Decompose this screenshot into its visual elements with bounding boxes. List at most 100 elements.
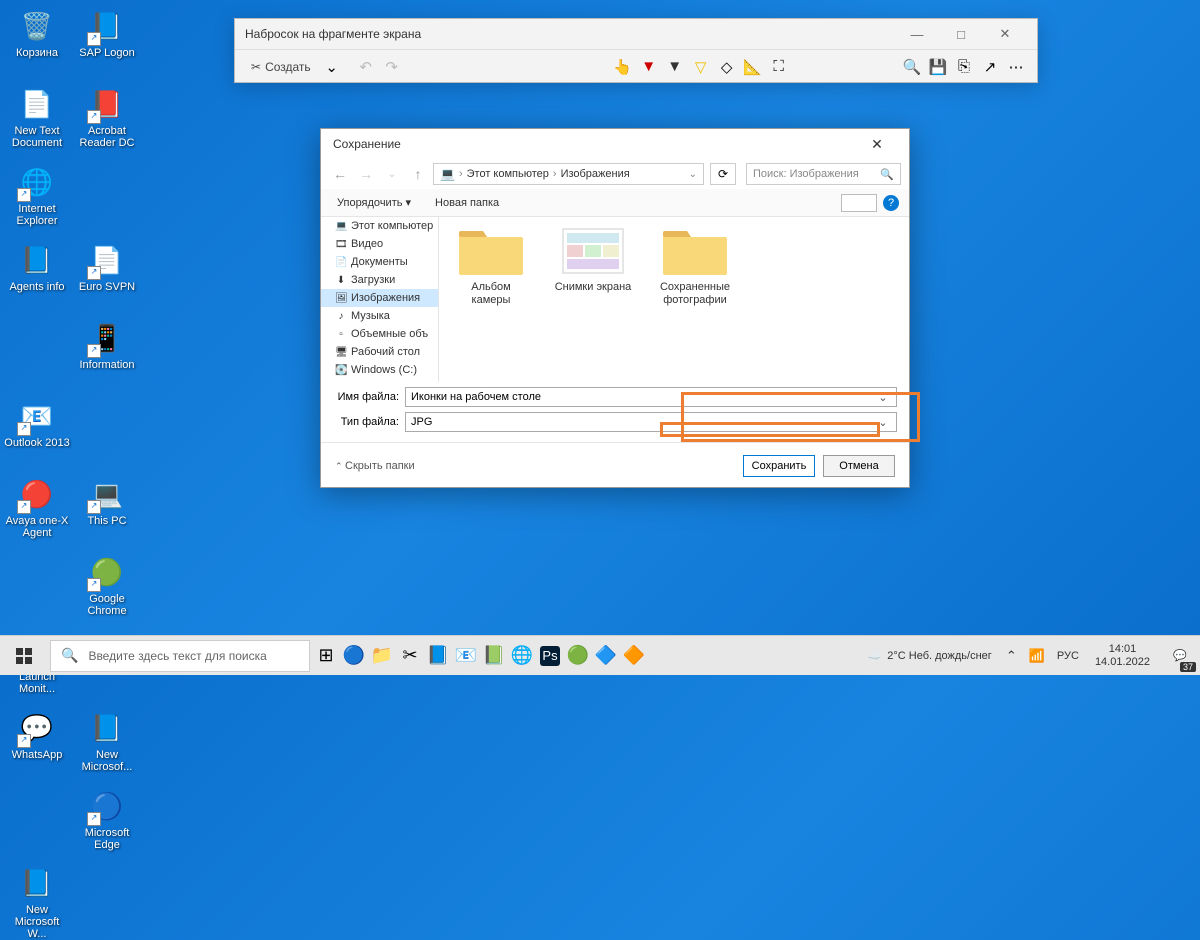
filetype-select[interactable]: JPG⌄ xyxy=(405,412,897,432)
search-input[interactable]: Поиск: Изображения 🔍 xyxy=(746,163,901,185)
taskbar-app-chrome[interactable]: 🟢 xyxy=(564,636,592,676)
undo-button[interactable]: ↶ xyxy=(353,53,379,81)
close-button[interactable]: ✕ xyxy=(983,20,1027,48)
address-bar[interactable]: 💻 › Этот компьютер › Изображения ⌄ xyxy=(433,163,704,185)
taskbar-app-generic[interactable]: 🔶 xyxy=(620,636,648,676)
desktop-icon[interactable]: 📱Information xyxy=(72,316,142,394)
taskbar-clock[interactable]: 14:01 14.01.2022 xyxy=(1085,643,1160,669)
taskbar-search[interactable]: 🔍 Введите здесь текст для поиска xyxy=(50,640,310,672)
snip-window: Набросок на фрагменте экрана — □ ✕ ✂Созд… xyxy=(234,18,1038,83)
save-button[interactable]: Сохранить xyxy=(743,455,815,477)
nav-forward-button[interactable]: → xyxy=(355,163,377,185)
new-folder-button[interactable]: Новая папка xyxy=(429,195,505,211)
pc-icon: 💻 xyxy=(440,167,455,181)
taskbar-app-explorer[interactable]: 📁 xyxy=(368,636,396,676)
cancel-button[interactable]: Отмена xyxy=(823,455,895,477)
filename-input[interactable]: Иконки на рабочем столе⌄ xyxy=(405,387,897,407)
eraser-icon[interactable]: ◇ xyxy=(714,53,740,81)
tree-item[interactable]: ⬇Загрузки xyxy=(321,271,438,289)
tree-item[interactable]: ▫Объемные объ xyxy=(321,325,438,343)
nav-back-button[interactable]: ← xyxy=(329,163,351,185)
dialog-close-button[interactable]: ✕ xyxy=(857,130,897,158)
desktop-icon[interactable]: 💬WhatsApp xyxy=(2,706,72,784)
icon-label: Internet Explorer xyxy=(4,203,70,227)
save-icon[interactable]: 💾 xyxy=(925,53,951,81)
chevron-down-icon[interactable]: ⌄ xyxy=(875,416,891,429)
desktop-icon[interactable]: 🟢Google Chrome xyxy=(72,550,142,628)
folder-item[interactable]: Снимки экрана xyxy=(553,225,633,294)
folder-item[interactable]: Альбом камеры xyxy=(451,225,531,307)
breadcrumb-current[interactable]: Изображения xyxy=(561,168,630,180)
taskbar-app-outlook[interactable]: 📧 xyxy=(452,636,480,676)
tree-item[interactable]: 💽Windows (C:) xyxy=(321,361,438,379)
desktop-icon[interactable]: 📄New Text Document xyxy=(2,82,72,160)
desktop-icon[interactable]: 🔴Avaya one-X Agent xyxy=(2,472,72,550)
taskbar-app-edge[interactable]: 🔵 xyxy=(340,636,368,676)
tree-item[interactable]: ♪Музыка xyxy=(321,307,438,325)
tree-item[interactable]: 💻Этот компьютер xyxy=(321,217,438,235)
highlighter-icon[interactable]: ▽ xyxy=(688,53,714,81)
desktop-icon[interactable]: 🌐Internet Explorer xyxy=(2,160,72,238)
taskbar-app-excel[interactable]: 📗 xyxy=(480,636,508,676)
tree-item[interactable]: 📄Документы xyxy=(321,253,438,271)
tree-item-label: Объемные объ xyxy=(351,328,428,340)
breadcrumb-root[interactable]: Этот компьютер xyxy=(467,168,549,180)
desktop-icon[interactable]: 📘New Microsof... xyxy=(72,706,142,784)
tree-item[interactable]: 🖥Рабочий стол xyxy=(321,343,438,361)
refresh-button[interactable]: ⟳ xyxy=(710,163,736,185)
nav-recent-button[interactable]: ⌄ xyxy=(381,163,403,185)
minimize-button[interactable]: — xyxy=(895,20,939,48)
chevron-down-icon[interactable]: ⌄ xyxy=(875,391,891,404)
touch-write-icon[interactable]: 👆 xyxy=(610,53,636,81)
pen-red-icon[interactable]: ▼ xyxy=(636,53,662,81)
new-snip-button[interactable]: ✂Создать xyxy=(243,56,319,78)
taskbar-app-ie[interactable]: 🌐 xyxy=(508,636,536,676)
clock-date: 14.01.2022 xyxy=(1095,656,1150,669)
taskbar-app-ps[interactable]: Ps xyxy=(540,646,560,666)
taskbar-app-word[interactable]: 📘 xyxy=(424,636,452,676)
folder-tree[interactable]: 💻Этот компьютер🎞Видео📄Документы⬇Загрузки… xyxy=(321,217,439,382)
desktop-icon[interactable]: 📘New Microsoft W... xyxy=(2,862,72,940)
icon-label: SAP Logon xyxy=(79,47,134,59)
folder-icon: 🖥 xyxy=(335,347,347,358)
language-indicator[interactable]: РУС xyxy=(1051,650,1085,662)
folder-item[interactable]: Сохраненные фотографии xyxy=(655,225,735,307)
desktop-icon[interactable]: 🗑️Корзина xyxy=(2,4,72,82)
organize-button[interactable]: Упорядочить ▾ xyxy=(331,194,417,211)
taskbar-app-snip[interactable]: ✂ xyxy=(396,636,424,676)
pen-black-icon[interactable]: ▼ xyxy=(662,53,688,81)
help-button[interactable]: ? xyxy=(883,195,899,211)
desktop-icon[interactable]: 📕Acrobat Reader DC xyxy=(72,82,142,160)
notification-center-button[interactable]: 💬 37 xyxy=(1160,636,1200,676)
snip-titlebar[interactable]: Набросок на фрагменте экрана — □ ✕ xyxy=(235,19,1037,49)
desktop-icon[interactable]: 📧Outlook 2013 xyxy=(2,394,72,472)
desktop-icon[interactable]: 📘Agents info xyxy=(2,238,72,316)
nav-up-button[interactable]: ↑ xyxy=(407,163,429,185)
hide-folders-button[interactable]: ⌃ Скрыть папки xyxy=(335,460,415,472)
zoom-icon[interactable]: 🔍 xyxy=(899,53,925,81)
task-view-button[interactable]: ⊞ xyxy=(312,636,340,676)
start-button[interactable] xyxy=(0,636,48,676)
chevron-down-icon[interactable]: ⌄ xyxy=(319,53,345,81)
weather-widget[interactable]: ☁️ 2°C Неб. дождь/снег xyxy=(860,649,1000,662)
save-dialog-titlebar[interactable]: Сохранение ✕ xyxy=(321,129,909,159)
maximize-button[interactable]: □ xyxy=(939,20,983,48)
desktop-icon[interactable]: 📄Euro SVPN xyxy=(72,238,142,316)
view-mode-button[interactable] xyxy=(841,194,877,212)
tree-item[interactable]: 🎞Видео xyxy=(321,235,438,253)
desktop-icon[interactable]: 💻This PC xyxy=(72,472,142,550)
chevron-down-icon[interactable]: ⌄ xyxy=(689,169,697,180)
desktop-icon[interactable]: 🔵Microsoft Edge xyxy=(72,784,142,862)
taskbar-app-generic[interactable]: 🔷 xyxy=(592,636,620,676)
crop-icon[interactable]: ⛶ xyxy=(766,53,792,81)
tray-overflow-button[interactable]: ⌃ xyxy=(1000,648,1023,664)
more-icon[interactable]: ⋯ xyxy=(1003,53,1029,81)
redo-button[interactable]: ↷ xyxy=(379,53,405,81)
tree-item[interactable]: 🖼Изображения xyxy=(321,289,438,307)
folder-content[interactable]: Альбом камеры Снимки экрана Сохраненные фо… xyxy=(439,217,909,382)
share-icon[interactable]: ↗ xyxy=(977,53,1003,81)
wifi-icon[interactable]: 📶 xyxy=(1023,648,1051,664)
desktop-icon[interactable]: 📘SAP Logon xyxy=(72,4,142,82)
ruler-icon[interactable]: 📐 xyxy=(740,53,766,81)
copy-icon[interactable]: ⎘ xyxy=(951,53,977,81)
